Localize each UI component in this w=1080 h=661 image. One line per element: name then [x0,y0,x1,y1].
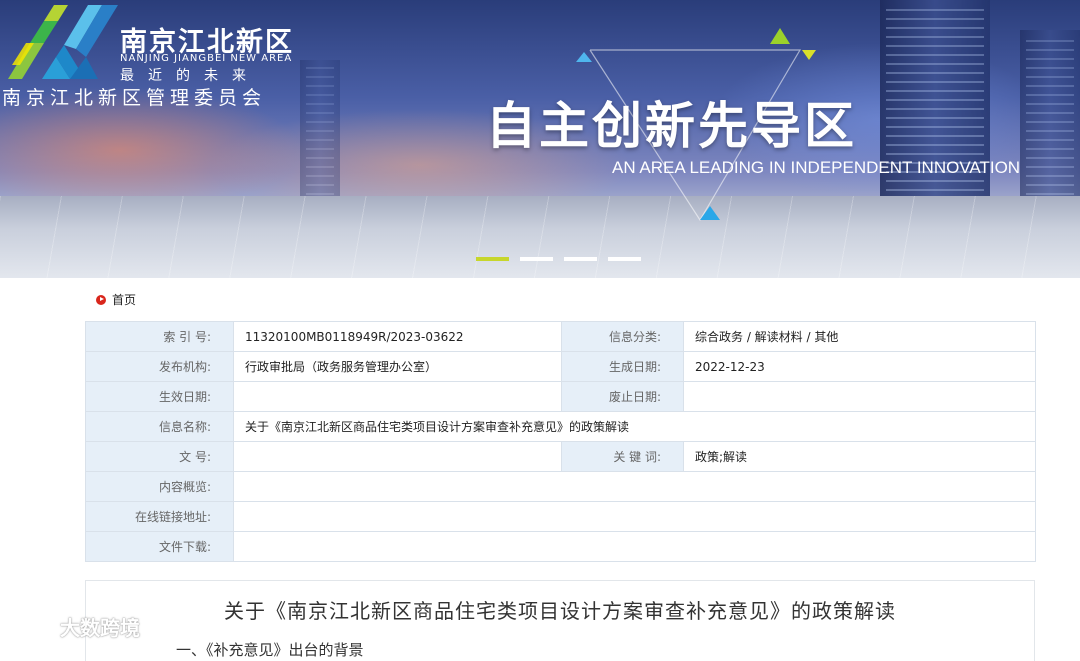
skyscraper-right [880,0,990,215]
plaza-floor [0,196,1080,278]
banner-headline-en: AN AREA LEADING IN INDEPENDENT INNOVATIO… [612,158,1021,177]
effective-date-label: 生效日期: [85,381,234,412]
table-row: 信息名称: 关于《南京江北新区商品住宅类项目设计方案审查补充意见》的政策解读 [85,411,1036,442]
banner-headline: 自主创新先导区 [486,97,857,155]
carousel-dot-4[interactable] [608,257,641,261]
index-label: 索 引 号: [85,321,234,352]
keywords-label: 关 键 词: [561,441,684,472]
article-title: 关于《南京江北新区商品住宅类项目设计方案审查补充意见》的政策解读 [224,599,896,623]
document-info-table: 索 引 号: 11320100MB0118949R/2023-03622 信息分… [85,321,1036,562]
generated-date-value: 2022-12-23 [683,351,1036,382]
abolish-date-value [683,381,1036,412]
file-download-value[interactable] [233,531,1036,562]
carousel-indicators [476,257,641,263]
table-row: 在线链接地址: [85,501,1036,532]
carousel-dot-3[interactable] [564,257,597,261]
generated-date-label: 生成日期: [561,351,684,382]
play-circle-icon [96,294,106,305]
watermark-logo-icon [10,616,53,636]
keywords-value: 政策;解读 [683,441,1036,472]
watermark: 大数跨境 [10,612,140,641]
carousel-dot-1[interactable] [476,257,509,261]
skyscraper-far-right [1020,30,1080,210]
publisher-label: 发布机构: [85,351,234,382]
banner: 南京江北新区 NANJING JIANGBEI NEW AREA 最近的未来 南… [0,0,1080,278]
category-label: 信息分类: [561,321,684,352]
info-name-value: 关于《南京江北新区商品住宅类项目设计方案审查补充意见》的政策解读 [233,411,1036,442]
skyscraper-left [300,60,340,210]
table-row: 内容概览: [85,471,1036,502]
logo-title-en: NANJING JIANGBEI NEW AREA [120,53,293,64]
online-link-value[interactable] [233,501,1036,532]
doc-number-label: 文 号: [85,441,234,472]
overview-label: 内容概览: [85,471,234,502]
doc-number-value [233,441,562,472]
abolish-date-label: 废止日期: [561,381,684,412]
logo-slogan: 最近的未来 [120,68,260,84]
file-download-label: 文件下载: [85,531,234,562]
table-row: 生效日期: 废止日期: [85,381,1036,412]
watermark-text: 大数跨境 [60,616,140,640]
organization-name: 南京江北新区管理委员会 [2,87,267,109]
publisher-value: 行政审批局（政务服务管理办公室） [233,351,562,382]
jiangbei-logo-icon [8,5,118,79]
overview-value [233,471,1036,502]
category-value: 综合政务 / 解读材料 / 其他 [683,321,1036,352]
table-row: 发布机构: 行政审批局（政务服务管理办公室） 生成日期: 2022-12-23 [85,351,1036,382]
carousel-dot-2[interactable] [520,257,553,261]
breadcrumb-home-link[interactable]: 首页 [112,291,136,308]
info-name-label: 信息名称: [85,411,234,442]
article-body: 关于《南京江北新区商品住宅类项目设计方案审查补充意见》的政策解读 一、《补充意见… [85,580,1035,661]
index-value: 11320100MB0118949R/2023-03622 [233,321,562,352]
table-row: 文 号: 关 键 词: 政策;解读 [85,441,1036,472]
table-row: 文件下载: [85,531,1036,562]
effective-date-value [233,381,562,412]
online-link-label: 在线链接地址: [85,501,234,532]
breadcrumb[interactable]: 首页 [96,291,136,308]
article-section-heading: 一、《补充意见》出台的背景 [176,641,364,659]
table-row: 索 引 号: 11320100MB0118949R/2023-03622 信息分… [85,321,1036,352]
